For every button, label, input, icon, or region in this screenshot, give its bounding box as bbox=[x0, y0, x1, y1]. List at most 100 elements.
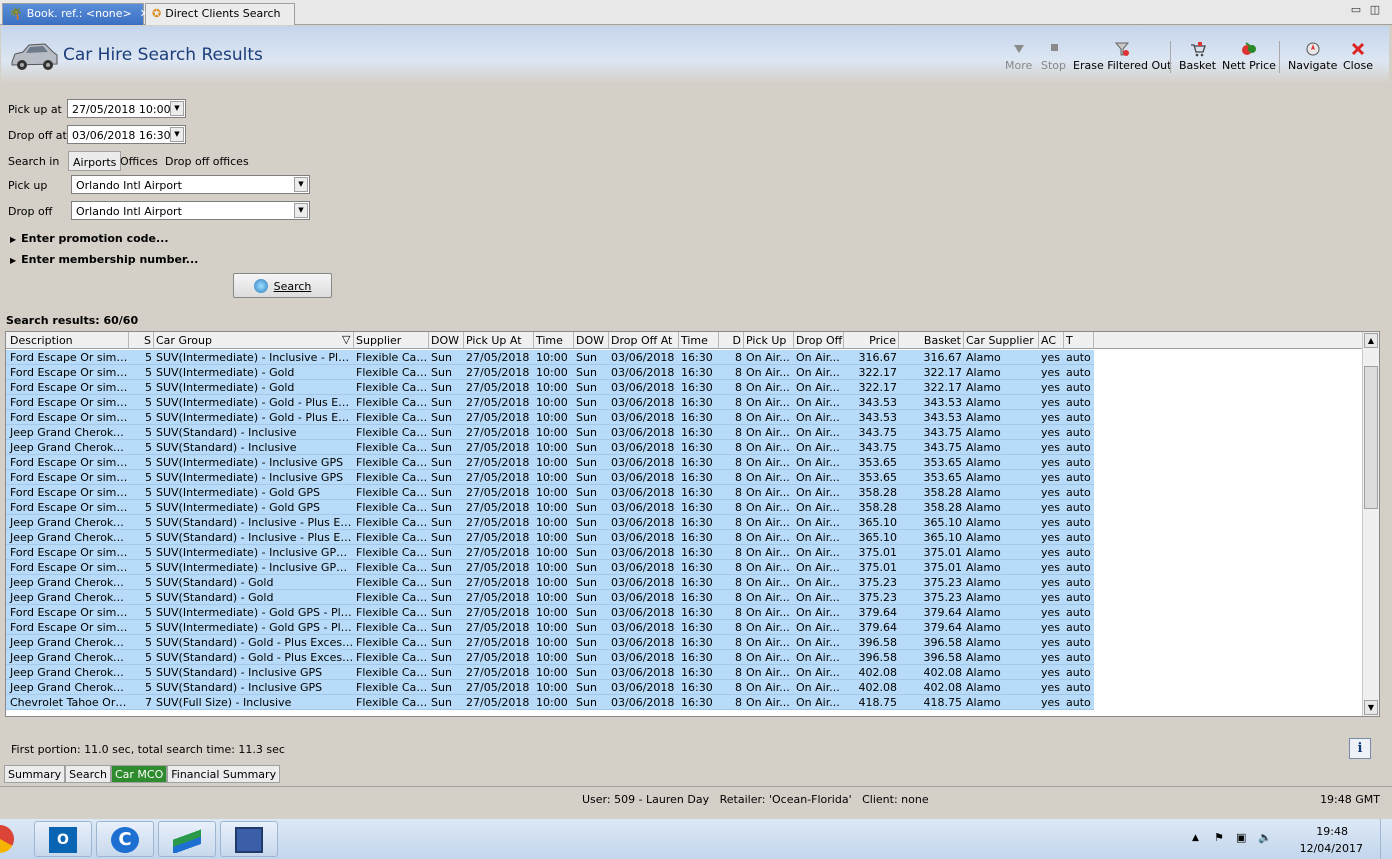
column-header[interactable]: Drop Off bbox=[794, 332, 844, 349]
pickup-label: Pick up bbox=[8, 179, 48, 192]
table-row[interactable]: Ford Escape Or simila... 5 SUV(Intermediat… bbox=[6, 455, 1094, 470]
table-row[interactable]: Jeep Grand Cheroke... 5 SUV(Standard) - In… bbox=[6, 425, 1094, 440]
more-button[interactable]: More bbox=[1005, 41, 1032, 72]
table-row[interactable]: Ford Escape Or simila... 5 SUV(Intermediat… bbox=[6, 620, 1094, 635]
membership-number-expander[interactable]: ▶ Enter membership number... bbox=[10, 253, 198, 266]
basket-button[interactable]: Basket bbox=[1179, 41, 1216, 72]
table-row[interactable]: Jeep Grand Cheroke... 5 SUV(Standard) - In… bbox=[6, 530, 1094, 545]
column-header[interactable]: AC bbox=[1039, 332, 1064, 349]
dropdown-arrow-icon[interactable]: ▼ bbox=[294, 203, 308, 218]
table-row[interactable]: Ford Escape Or simila... 5 SUV(Intermediat… bbox=[6, 500, 1094, 515]
column-header[interactable]: T bbox=[1064, 332, 1094, 349]
column-header[interactable]: Time bbox=[679, 332, 719, 349]
volume-icon[interactable]: 🔈 bbox=[1258, 831, 1272, 844]
column-header[interactable]: Drop Off At bbox=[609, 332, 679, 349]
flag-icon[interactable]: ⚑ bbox=[1214, 831, 1224, 844]
column-header[interactable]: D bbox=[719, 332, 744, 349]
erase-filtered-out-button[interactable]: Erase Filtered Out bbox=[1073, 41, 1171, 72]
vertical-scrollbar[interactable]: ▲ ▼ bbox=[1362, 332, 1379, 716]
column-header[interactable]: S bbox=[129, 332, 154, 349]
column-header[interactable]: Pick Up bbox=[744, 332, 794, 349]
taskbar-app-layers[interactable] bbox=[158, 821, 216, 857]
column-header[interactable]: Basket bbox=[899, 332, 964, 349]
table-row[interactable]: Jeep Grand Cheroke... 5 SUV(Standard) - Go… bbox=[6, 575, 1094, 590]
column-header[interactable]: Time bbox=[534, 332, 574, 349]
table-cell: On Air... bbox=[796, 576, 840, 589]
tab-search[interactable]: Search bbox=[65, 765, 111, 783]
column-header[interactable]: Description bbox=[8, 332, 129, 349]
pickup-at-field[interactable]: 27/05/2018 10:00 ▼ bbox=[67, 99, 186, 118]
column-header[interactable]: DOW bbox=[574, 332, 609, 349]
search-button[interactable]: Search bbox=[233, 273, 332, 298]
tab-car-mco[interactable]: Car MCO bbox=[110, 765, 168, 783]
table-row[interactable]: Ford Escape Or simila... 5 SUV(Intermediat… bbox=[6, 410, 1094, 425]
network-icon[interactable]: ▣ bbox=[1236, 831, 1246, 844]
info-button[interactable]: i bbox=[1349, 738, 1371, 759]
search-in-dropoff-offices[interactable]: Drop off offices bbox=[161, 151, 253, 171]
table-row[interactable]: Jeep Grand Cheroke... 5 SUV(Standard) - Go… bbox=[6, 650, 1094, 665]
scroll-down-arrow-icon[interactable]: ▼ bbox=[1364, 700, 1378, 715]
table-row[interactable]: Ford Escape Or simila... 5 SUV(Intermediat… bbox=[6, 470, 1094, 485]
taskbar-outlook[interactable]: O bbox=[34, 821, 92, 857]
table-row[interactable]: Ford Escape Or simila... 5 SUV(Intermediat… bbox=[6, 545, 1094, 560]
table-cell: 27/05/2018 bbox=[466, 576, 530, 589]
table-row[interactable]: Chevrolet Tahoe Or ... 7 SUV(Full Size) - … bbox=[6, 695, 1094, 710]
search-in-offices[interactable]: Offices bbox=[116, 151, 162, 171]
minimize-icon[interactable]: ▭ bbox=[1349, 4, 1363, 18]
tab-financial-summary[interactable]: Financial Summary bbox=[167, 765, 281, 783]
table-cell: 5 bbox=[145, 651, 152, 664]
column-header[interactable]: DOW bbox=[429, 332, 464, 349]
column-header[interactable]: Car Group bbox=[154, 332, 354, 349]
table-row[interactable]: Ford Escape Or simila... 5 SUV(Intermediat… bbox=[6, 395, 1094, 410]
scroll-up-arrow-icon[interactable]: ▲ bbox=[1364, 333, 1378, 348]
show-desktop-button[interactable] bbox=[1380, 819, 1392, 859]
dropdown-arrow-icon[interactable]: ▼ bbox=[294, 177, 308, 192]
pickup-location-select[interactable]: Orlando Intl Airport ▼ bbox=[71, 175, 310, 194]
dropdown-arrow-icon[interactable]: ▼ bbox=[170, 101, 184, 116]
clock-time[interactable]: 19:48 bbox=[1316, 825, 1348, 838]
column-header[interactable]: Pick Up At bbox=[464, 332, 534, 349]
tab-booking-ref[interactable]: 🌴 Book. ref.: <none> ✕ bbox=[2, 3, 149, 25]
taskbar-remote-desktop[interactable] bbox=[220, 821, 278, 857]
table-row[interactable]: Ford Escape Or simila... 5 SUV(Intermediat… bbox=[6, 380, 1094, 395]
close-button[interactable]: Close bbox=[1343, 41, 1373, 72]
search-in-airports[interactable]: Airports bbox=[68, 151, 122, 171]
search-timing-text: First portion: 11.0 sec, total search ti… bbox=[11, 743, 285, 756]
table-cell: 03/06/2018 bbox=[611, 651, 675, 664]
navigate-button[interactable]: Navigate bbox=[1288, 41, 1337, 72]
table-row[interactable]: Jeep Grand Cheroke... 5 SUV(Standard) - In… bbox=[6, 680, 1094, 695]
dropoff-location-select[interactable]: Orlando Intl Airport ▼ bbox=[71, 201, 310, 220]
column-header[interactable]: Supplier bbox=[354, 332, 429, 349]
table-row[interactable]: Jeep Grand Cheroke... 5 SUV(Standard) - Go… bbox=[6, 635, 1094, 650]
table-cell: 10:00 bbox=[536, 426, 568, 439]
table-row[interactable]: Ford Escape Or simila... 5 SUV(Intermediat… bbox=[6, 485, 1094, 500]
tray-up-arrow-icon[interactable]: ▲ bbox=[1192, 833, 1199, 843]
table-row[interactable]: Jeep Grand Cheroke... 5 SUV(Standard) - In… bbox=[6, 440, 1094, 455]
table-row[interactable]: Jeep Grand Cheroke... 5 SUV(Standard) - In… bbox=[6, 515, 1094, 530]
table-row[interactable]: Ford Escape Or simila... 5 SUV(Intermediat… bbox=[6, 605, 1094, 620]
tab-direct-clients-search[interactable]: ✪ Direct Clients Search bbox=[145, 3, 295, 25]
clock-date[interactable]: 12/04/2017 bbox=[1300, 842, 1363, 855]
dropdown-arrow-icon[interactable]: ▼ bbox=[170, 127, 184, 142]
promotion-code-expander[interactable]: ▶ Enter promotion code... bbox=[10, 232, 169, 245]
maximize-icon[interactable]: ◫ bbox=[1368, 4, 1382, 18]
table-row[interactable]: Jeep Grand Cheroke... 5 SUV(Standard) - In… bbox=[6, 665, 1094, 680]
stop-button[interactable]: Stop bbox=[1041, 41, 1066, 72]
taskbar-app-c[interactable]: C bbox=[96, 821, 154, 857]
table-row[interactable]: Ford Escape Or simila... 5 SUV(Intermediat… bbox=[6, 365, 1094, 380]
table-cell: On Air... bbox=[746, 561, 790, 574]
chrome-icon[interactable] bbox=[0, 825, 14, 853]
filter-icon[interactable]: ▽ bbox=[342, 333, 350, 346]
table-row[interactable]: Ford Escape Or simila... 5 SUV(Intermediat… bbox=[6, 560, 1094, 575]
table-cell: 03/06/2018 bbox=[611, 546, 675, 559]
column-header[interactable]: Car Supplier bbox=[964, 332, 1039, 349]
nett-price-button[interactable]: Nett Price bbox=[1222, 41, 1276, 72]
column-header[interactable]: Price bbox=[844, 332, 899, 349]
scrollbar-thumb[interactable] bbox=[1364, 366, 1378, 509]
table-row[interactable]: Jeep Grand Cheroke... 5 SUV(Standard) - Go… bbox=[6, 590, 1094, 605]
table-row[interactable]: Ford Escape Or simila... 5 SUV(Intermediat… bbox=[6, 350, 1094, 365]
tab-summary[interactable]: Summary bbox=[4, 765, 66, 783]
table-cell: Jeep Grand Cheroke... bbox=[10, 591, 129, 604]
table-cell: 418.75 bbox=[858, 696, 898, 709]
dropoff-at-field[interactable]: 03/06/2018 16:30 ▼ bbox=[67, 125, 186, 144]
